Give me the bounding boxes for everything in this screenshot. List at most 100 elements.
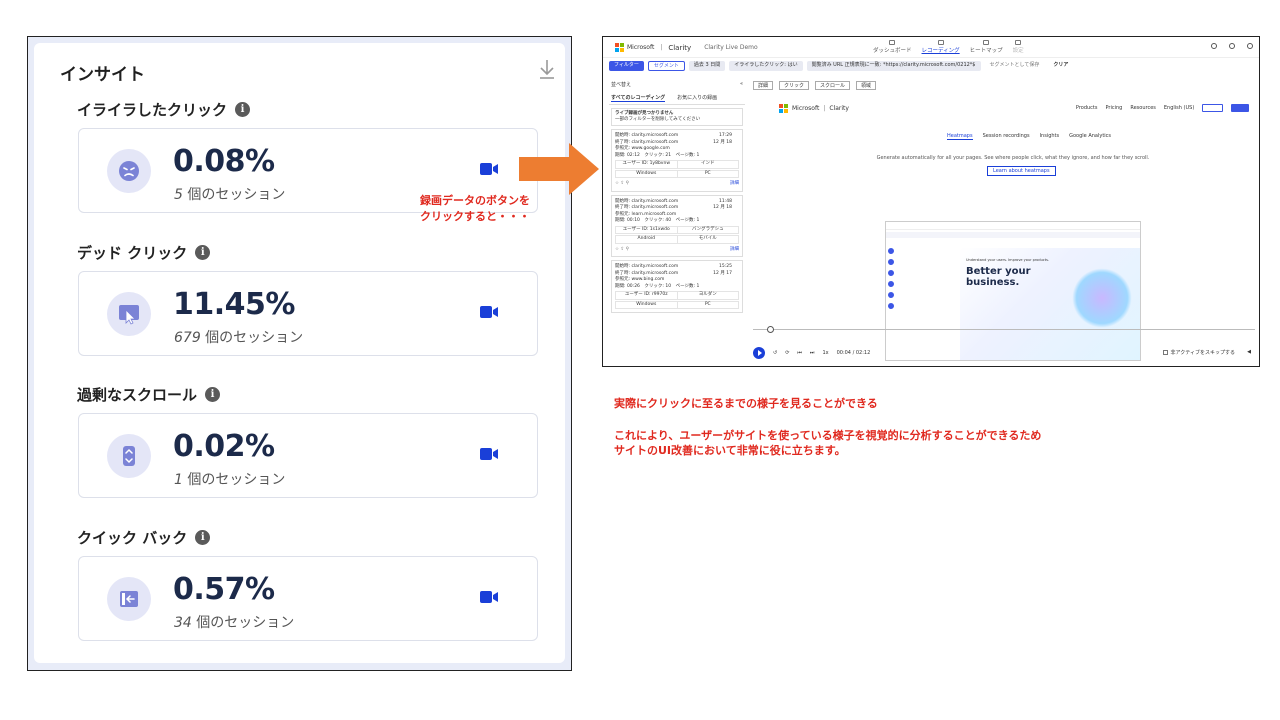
- tab-favorites[interactable]: お気に入りの録画: [677, 94, 717, 102]
- next-icon[interactable]: ⏭: [810, 350, 815, 356]
- area-tool[interactable]: 領域: [856, 81, 877, 90]
- recording-card[interactable]: 15:25 12 月 17 開始時: clarity.microsoft.com …: [611, 260, 743, 313]
- sidebar-head: 並べ替え «: [609, 79, 745, 90]
- timeline-handle[interactable]: [767, 326, 774, 333]
- speed-selector[interactable]: 1x: [822, 350, 828, 356]
- session-suffix: 個のセッション: [200, 330, 304, 346]
- play-icon[interactable]: [753, 347, 765, 359]
- recording-icon: [937, 40, 944, 45]
- video-recording-icon[interactable]: [479, 446, 499, 462]
- session-count: 34: [174, 615, 192, 631]
- download-icon[interactable]: [537, 57, 557, 81]
- volume-icon[interactable]: ◀: [1247, 349, 1251, 355]
- details-tool[interactable]: 詳細: [753, 81, 774, 90]
- detail-link[interactable]: 詳細: [730, 247, 739, 254]
- metric-sessions: 1 個のセッション: [174, 469, 285, 489]
- quick-back-icon: [107, 577, 151, 621]
- angry-face-icon: [107, 149, 151, 193]
- recording-card[interactable]: 11:48 12 月 18 開始時: clarity.microsoft.com …: [611, 194, 743, 257]
- info-icon[interactable]: i: [235, 102, 251, 117]
- nav-pricing[interactable]: Pricing: [1105, 105, 1122, 111]
- metric-heading-quick-back: クイック バック i: [77, 527, 211, 548]
- stats: 期間: 02:12 クリック: 21 ページ数: 1: [615, 152, 700, 158]
- click-tool[interactable]: クリック: [779, 81, 810, 90]
- filter-button[interactable]: フィルター: [609, 61, 644, 71]
- info-icon[interactable]: i: [195, 245, 211, 260]
- video-recording-icon[interactable]: [479, 304, 499, 320]
- timeline[interactable]: [753, 326, 1255, 333]
- tab-session-recordings[interactable]: Session recordings: [983, 133, 1030, 140]
- nav-dashboard[interactable]: ダッシュボード: [873, 40, 912, 54]
- page-outline-button[interactable]: [1202, 104, 1223, 112]
- device-row: Android モバイル: [615, 235, 739, 244]
- video-recording-icon[interactable]: [479, 161, 499, 177]
- device: PC: [704, 301, 711, 307]
- recording-card[interactable]: 17:29 12 月 18 開始時: clarity.microsoft.com …: [611, 129, 743, 192]
- video-recording-icon[interactable]: [479, 589, 499, 605]
- inner-hero-title-line1: Better your: [966, 266, 1031, 277]
- save-segment-button[interactable]: セグメントとして保存: [985, 61, 1045, 71]
- tab-heatmaps[interactable]: Heatmaps: [947, 133, 973, 140]
- replay-icon[interactable]: ⟳: [785, 350, 789, 356]
- arrow-note-line1: 録画データのボタンを: [420, 194, 530, 207]
- device: モバイル: [698, 236, 717, 241]
- dashboard-icon: [889, 40, 896, 45]
- session-count: 5: [174, 187, 183, 203]
- account-icon[interactable]: [1247, 43, 1253, 49]
- recording-time: 15:25 12 月 17: [713, 264, 732, 277]
- metric-value: 0.57%: [173, 572, 275, 607]
- arrow-note-line2: クリックすると・・・: [420, 210, 530, 223]
- app-name: Clarity: [668, 43, 692, 52]
- nav-products[interactable]: Products: [1076, 105, 1098, 111]
- page-tabs: Heatmaps Session recordings Insights Goo…: [947, 133, 1111, 140]
- rage-click-filter-chip[interactable]: イライラしたクリック: はい: [729, 61, 803, 71]
- brand-name: Microsoft: [627, 44, 655, 51]
- help-icon[interactable]: [1229, 43, 1235, 49]
- inner-hero-title: Better your business.: [966, 266, 1031, 288]
- inner-list-item: [888, 292, 958, 298]
- page-primary-button[interactable]: [1230, 104, 1249, 112]
- info-icon[interactable]: i: [205, 387, 221, 402]
- info-icon[interactable]: i: [195, 530, 211, 545]
- prev-icon[interactable]: ⏮: [797, 350, 802, 356]
- tab-insights[interactable]: Insights: [1040, 133, 1060, 140]
- nav-language[interactable]: English (US): [1164, 105, 1194, 111]
- device-row: Windows PC: [615, 300, 739, 309]
- date-range-chip[interactable]: 過去 3 日間: [688, 61, 726, 71]
- caption-line2: これにより、ユーザーがサイトを使っている様子を視覚的に分析することができるため: [614, 429, 1042, 442]
- segment-button[interactable]: セグメント: [647, 61, 685, 71]
- nav-settings[interactable]: 設定: [1013, 40, 1024, 54]
- card-actions: ☆ ⇪ ⚲ 詳細: [615, 181, 739, 188]
- url-filter-chip[interactable]: 閲覧済み URL 正規表現に一致: *https://clarity.micro…: [806, 61, 981, 71]
- sort-button[interactable]: 並べ替え: [611, 81, 631, 88]
- tab-google-analytics[interactable]: Google Analytics: [1069, 133, 1111, 140]
- insight-card: インサイト イライラしたクリック i 0.08% 5 個のセッション デッド ク…: [34, 43, 565, 663]
- nav-resources[interactable]: Resources: [1130, 105, 1156, 111]
- share-icon[interactable]: [1211, 43, 1217, 49]
- top-right-icons: [1211, 43, 1253, 49]
- collapse-icon[interactable]: «: [740, 81, 743, 88]
- favorite-icon[interactable]: ☆ ⇪ ⚲: [615, 247, 629, 254]
- country: バングラデシュ: [691, 226, 724, 232]
- dead-click-cursor-icon: [107, 292, 151, 336]
- checkbox[interactable]: [1162, 350, 1168, 355]
- detail-link[interactable]: 詳細: [730, 181, 739, 188]
- clear-filters-button[interactable]: クリア: [1048, 61, 1073, 71]
- avatar-dot: [888, 292, 894, 298]
- top-bar: Microsoft | Clarity Clarity Live Demo ダッ…: [603, 37, 1259, 58]
- rewind-icon[interactable]: ↺: [773, 350, 777, 356]
- nav-label: レコーディング: [921, 48, 960, 54]
- skip-inactivity-toggle[interactable]: 非アクティブをスキップする: [1162, 349, 1235, 356]
- avatar-dot: [888, 248, 894, 254]
- project-selector[interactable]: Clarity Live Demo: [704, 44, 757, 51]
- scroll-tool[interactable]: スクロール: [815, 81, 851, 90]
- learn-heatmaps-button[interactable]: Learn about heatmaps: [987, 166, 1056, 176]
- nav-recordings[interactable]: レコーディング: [922, 40, 960, 54]
- metric-card-excessive-scrolling: 0.02% 1 個のセッション: [78, 413, 538, 498]
- tab-all-recordings[interactable]: すべてのレコーディング: [611, 94, 666, 102]
- nav-heatmaps[interactable]: ヒートマップ: [970, 40, 1003, 54]
- user-id: ユーザー ID: 1y8bvnw: [616, 161, 678, 168]
- favorite-icon[interactable]: ☆ ⇪ ⚲: [615, 181, 629, 188]
- date: 12 月 17: [713, 270, 732, 276]
- skip-label: 非アクティブをスキップする: [1170, 350, 1235, 356]
